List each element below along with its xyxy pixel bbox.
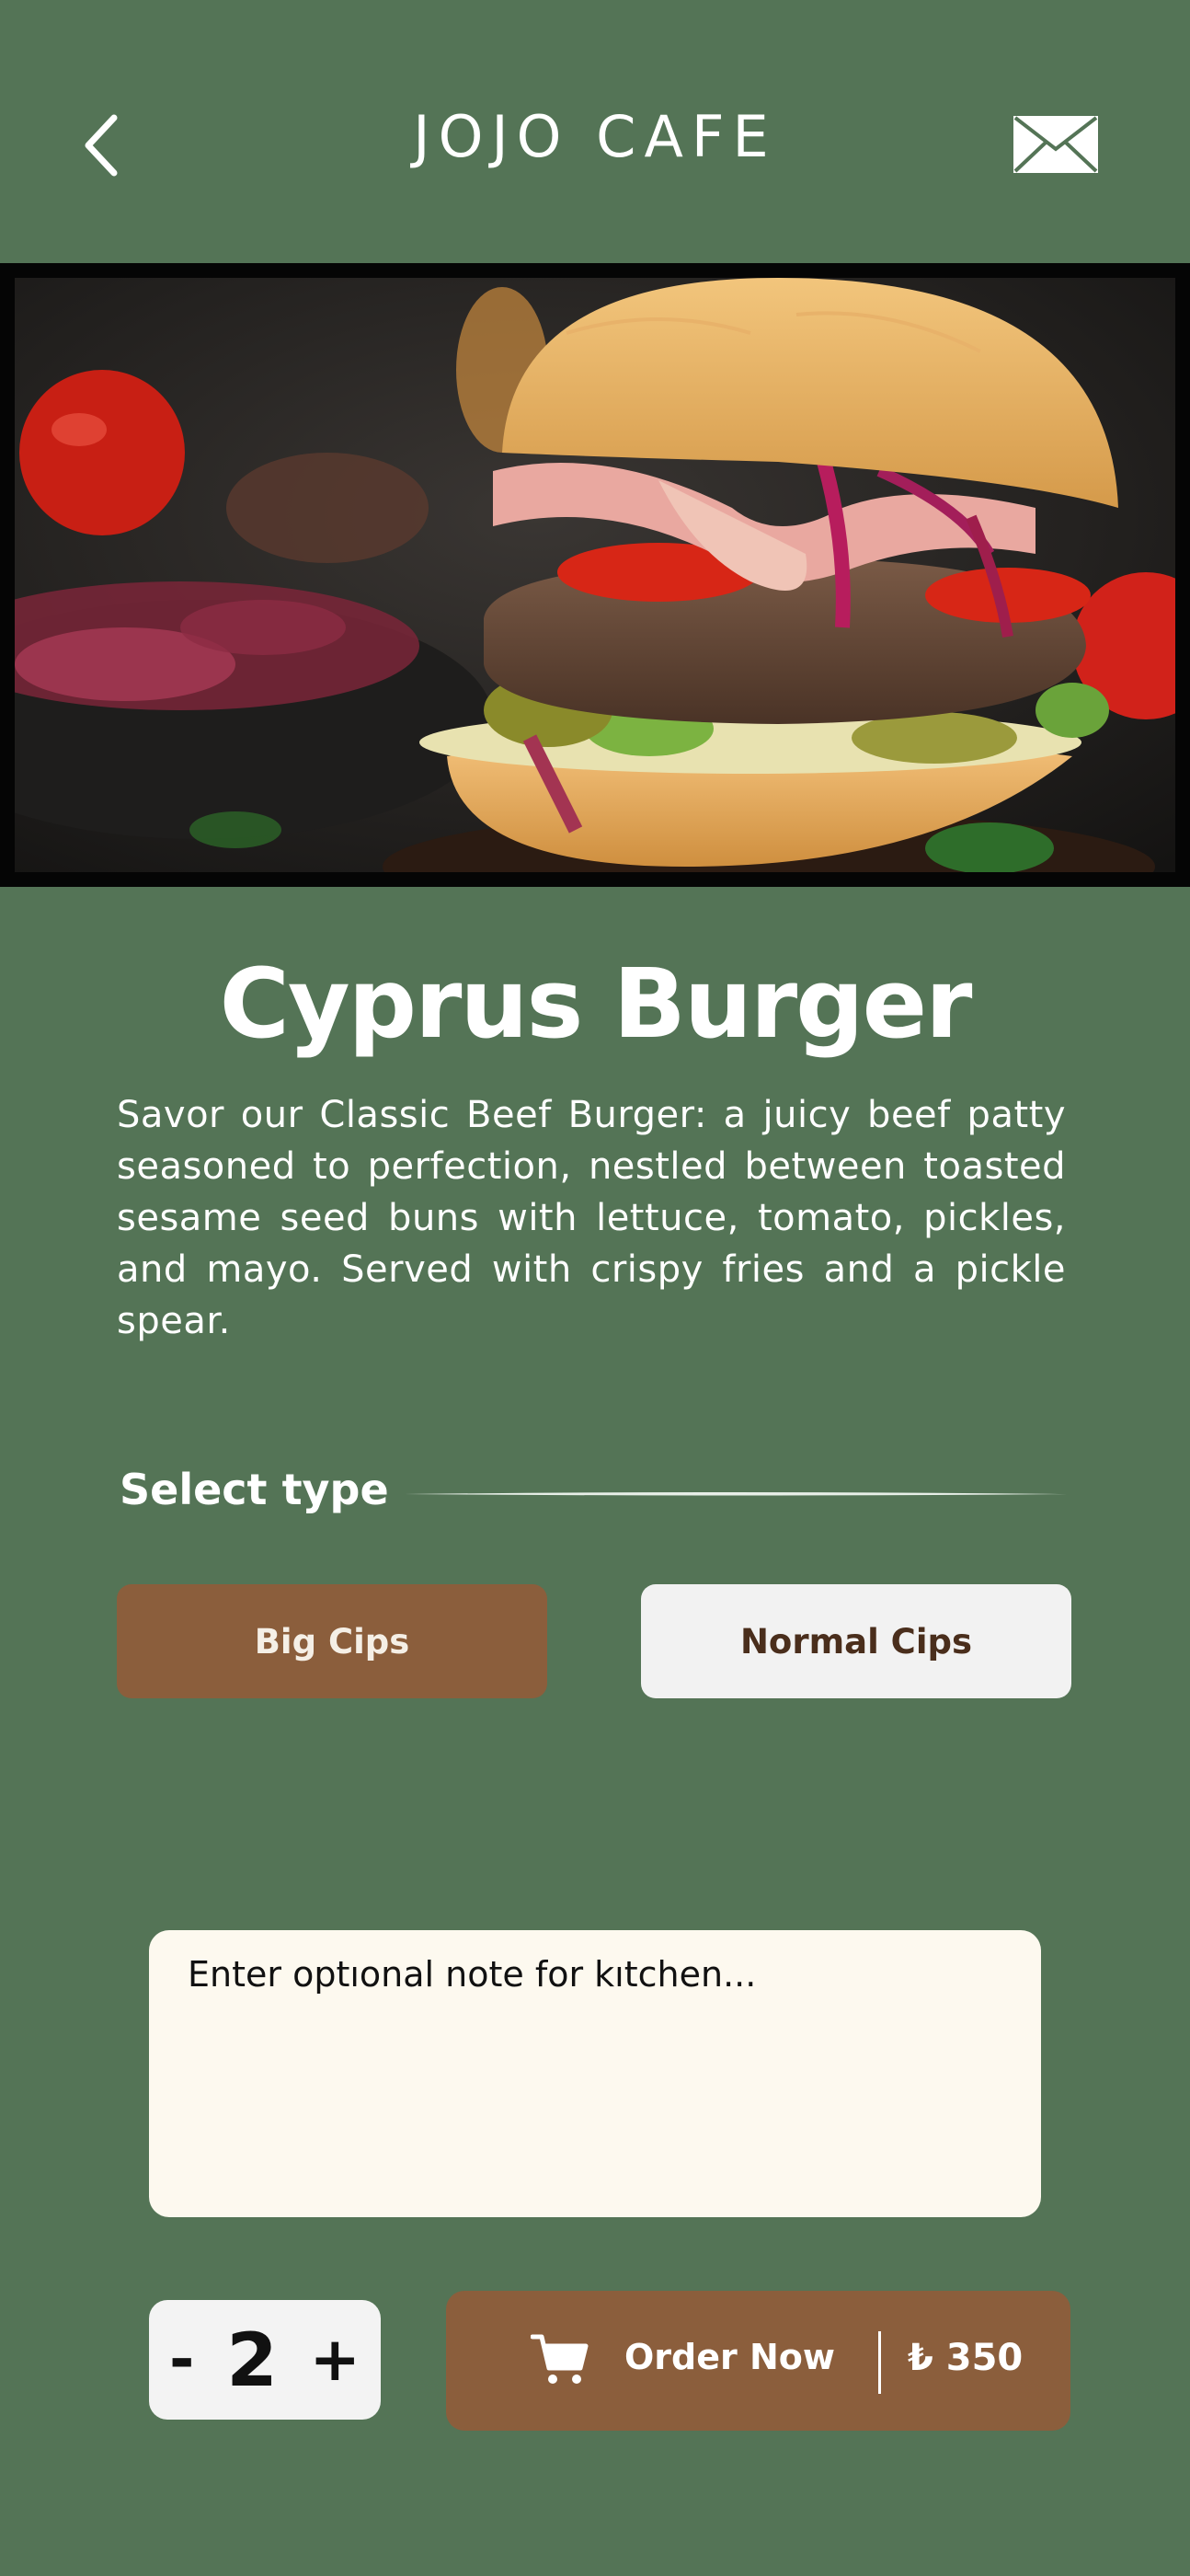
- order-divider: [878, 2331, 881, 2394]
- envelope-icon: [1013, 116, 1098, 173]
- product-title: Cyprus Burger: [219, 948, 973, 1060]
- order-price: ₺ 350: [908, 2337, 1024, 2379]
- kitchen-note-input[interactable]: [149, 1930, 1041, 2217]
- mail-button[interactable]: [1012, 114, 1100, 175]
- burger-photo: [15, 278, 1175, 872]
- header: JOJO CAFE: [0, 0, 1190, 263]
- increment-button[interactable]: +: [310, 2329, 360, 2390]
- decrement-button[interactable]: -: [169, 2329, 194, 2390]
- order-now-label: Order Now: [624, 2337, 836, 2377]
- cart-icon: [531, 2334, 589, 2384]
- order-now-button[interactable]: Order Now ₺ 350: [446, 2291, 1070, 2431]
- select-type-label: Select type: [120, 1465, 389, 1514]
- product-description: Savor our Classic Beef Burger: a juicy b…: [117, 1094, 1066, 1342]
- quantity-value: 2: [226, 2317, 278, 2403]
- quantity-stepper: - 2 +: [149, 2300, 381, 2420]
- option-big-cips-button[interactable]: Big Cips: [117, 1584, 547, 1698]
- divider-line: [405, 1492, 1067, 1496]
- option-normal-cips-button[interactable]: Normal Cips: [641, 1584, 1071, 1698]
